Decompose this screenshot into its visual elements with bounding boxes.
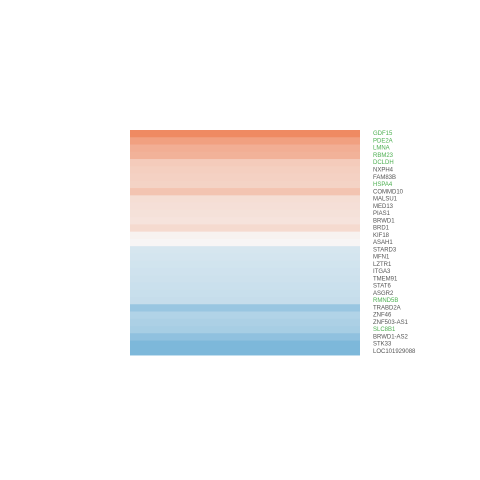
row-label: KIF18 xyxy=(373,233,390,239)
row-label: ITGA3 xyxy=(373,269,391,275)
heatmap-cell xyxy=(130,144,360,153)
row-label: STAT6 xyxy=(373,284,391,290)
row-label: DCLDH xyxy=(373,160,394,166)
heatmap-cell xyxy=(130,296,360,305)
heatmap-cell xyxy=(130,340,360,349)
heatmap-cell xyxy=(130,224,360,233)
row-label: STARD3 xyxy=(373,247,397,253)
heatmap-cell xyxy=(130,246,360,254)
heatmap-cell xyxy=(130,159,360,167)
heatmap-cell xyxy=(130,209,360,218)
row-label: BRWD1-AS2 xyxy=(373,334,409,340)
row-label: ASAH1 xyxy=(373,240,393,246)
row-label: PDE2A xyxy=(373,138,393,144)
heatmap-cell xyxy=(130,195,360,203)
heatmap-cell xyxy=(130,173,360,182)
heatmap-cells xyxy=(130,130,360,356)
row-label: TMEM91 xyxy=(373,276,398,282)
heatmap-cell xyxy=(130,326,360,334)
row-label: MALSU1 xyxy=(373,197,398,203)
row-label: ZNF46 xyxy=(373,313,392,319)
row-label: RBM23 xyxy=(373,153,394,159)
heatmap-svg: GDF15PDE2A LMNARBM23DCLDH NXPH4FAM83BHSPA4… xyxy=(130,130,416,356)
heatmap-cell xyxy=(130,130,360,138)
row-labels: GDF15PDE2A LMNARBM23DCLDH NXPH4FAM83BHSPA4… xyxy=(373,131,416,355)
heatmap-cell xyxy=(130,267,360,276)
row-label: LOC101929088 xyxy=(373,349,416,355)
row-label: LMNA xyxy=(373,146,390,152)
heatmap-cell xyxy=(130,311,360,320)
heatmap-cell xyxy=(130,151,360,160)
row-label: FAM83B xyxy=(373,175,396,181)
row-label: LZTR1 xyxy=(373,262,392,268)
heatmap-cell xyxy=(130,231,360,240)
row-label: STK33 xyxy=(373,342,392,348)
row-label: MED13 xyxy=(373,204,394,210)
row-label: RMND5B xyxy=(373,298,398,304)
row-label: MFN1 xyxy=(373,255,390,261)
heatmap-cell xyxy=(130,318,360,327)
row-label: ZNF503-AS1 xyxy=(373,320,409,326)
row-label: NXPH4 xyxy=(373,168,394,174)
row-label: TRABD2A xyxy=(373,305,401,311)
heatmap-cell xyxy=(130,253,360,262)
heatmap-chart: GDF15 PDE2A LMNA RBM23 DCLDH NXPH4 FAM83B HSPA4… xyxy=(0,0,480,480)
row-label: PIAS1 xyxy=(373,211,391,217)
heatmap-cell xyxy=(130,238,360,247)
heatmap-cell xyxy=(130,202,360,211)
row-label: BRD1 xyxy=(373,226,390,232)
heatmap-cell xyxy=(130,137,360,145)
heatmap-cell xyxy=(130,217,360,225)
row-label: BRWD1 xyxy=(373,218,395,224)
heatmap-cell xyxy=(130,275,360,283)
row-label: GDF15 xyxy=(373,131,393,137)
heatmap-cell xyxy=(130,180,360,189)
heatmap-cell xyxy=(130,289,360,298)
heatmap-cell xyxy=(130,333,360,341)
heatmap-cell xyxy=(130,166,360,174)
heatmap-cell xyxy=(130,282,360,291)
row-label: HSPA4 xyxy=(373,182,393,188)
row-label: ASGR2 xyxy=(373,291,394,297)
heatmap-cell xyxy=(130,188,360,196)
heatmap-cell xyxy=(130,304,360,312)
heatmap-cell xyxy=(130,347,360,356)
heatmap-cell xyxy=(130,260,360,269)
row-label: SLC8B1 xyxy=(373,327,396,333)
row-label: COMMD10 xyxy=(373,189,404,195)
